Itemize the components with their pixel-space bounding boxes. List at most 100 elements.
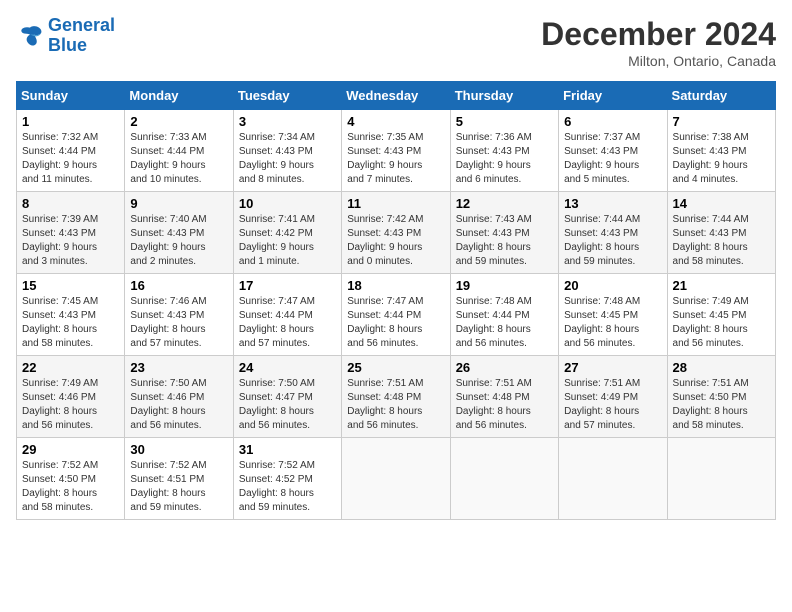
calendar-cell: 29 Sunrise: 7:52 AM Sunset: 4:50 PM Dayli…: [17, 438, 125, 520]
day-number: 14: [673, 196, 770, 211]
day-number: 22: [22, 360, 119, 375]
day-number: 17: [239, 278, 336, 293]
day-info: Sunrise: 7:51 AM Sunset: 4:48 PM Dayligh…: [347, 377, 444, 433]
calendar-cell: 15 Sunrise: 7:45 AM Sunset: 4:43 PM Dayli…: [17, 274, 125, 356]
day-info: Sunrise: 7:47 AM Sunset: 4:44 PM Dayligh…: [347, 295, 444, 351]
day-header-tuesday: Tuesday: [233, 82, 341, 110]
calendar-cell: 28Sunrise: 7:51 AM Sunset: 4:50 PM Dayli…: [667, 356, 775, 438]
day-number: 31: [239, 442, 336, 457]
calendar-cell: 2 Sunrise: 7:33 AM Sunset: 4:44 PM Daylig…: [125, 110, 233, 192]
day-number: 15: [22, 278, 119, 293]
calendar-cell: 22 Sunrise: 7:49 AM Sunset: 4:46 PM Dayli…: [17, 356, 125, 438]
day-info: Sunrise: 7:50 AM Sunset: 4:46 PM Dayligh…: [130, 377, 227, 433]
day-info: Sunrise: 7:52 AM Sunset: 4:51 PM Dayligh…: [130, 459, 227, 515]
day-number: 25: [347, 360, 444, 375]
calendar-cell: 7 Sunrise: 7:38 AM Sunset: 4:43 PM Daylig…: [667, 110, 775, 192]
page-header: General Blue December 2024 Milton, Ontar…: [16, 16, 776, 69]
day-number: 20: [564, 278, 661, 293]
calendar-cell: [450, 438, 558, 520]
day-info: Sunrise: 7:33 AM Sunset: 4:44 PM Dayligh…: [130, 131, 227, 187]
calendar-cell: 6 Sunrise: 7:37 AM Sunset: 4:43 PM Daylig…: [559, 110, 667, 192]
day-info: Sunrise: 7:42 AM Sunset: 4:43 PM Dayligh…: [347, 213, 444, 269]
day-number: 3: [239, 114, 336, 129]
day-info: Sunrise: 7:43 AM Sunset: 4:43 PM Dayligh…: [456, 213, 553, 269]
calendar-cell: 25 Sunrise: 7:51 AM Sunset: 4:48 PM Dayli…: [342, 356, 450, 438]
calendar-cell: 19 Sunrise: 7:48 AM Sunset: 4:44 PM Dayli…: [450, 274, 558, 356]
calendar-cell: 20 Sunrise: 7:48 AM Sunset: 4:45 PM Dayli…: [559, 274, 667, 356]
day-info: Sunrise: 7:49 AM Sunset: 4:45 PM Dayligh…: [673, 295, 770, 351]
day-number: 26: [456, 360, 553, 375]
calendar-cell: 17 Sunrise: 7:47 AM Sunset: 4:44 PM Dayli…: [233, 274, 341, 356]
day-info: Sunrise: 7:38 AM Sunset: 4:43 PM Dayligh…: [673, 131, 770, 187]
day-info: Sunrise: 7:48 AM Sunset: 4:45 PM Dayligh…: [564, 295, 661, 351]
day-number: 19: [456, 278, 553, 293]
day-number: 11: [347, 196, 444, 211]
calendar-table: SundayMondayTuesdayWednesdayThursdayFrid…: [16, 81, 776, 520]
location: Milton, Ontario, Canada: [541, 53, 776, 69]
day-number: 18: [347, 278, 444, 293]
day-number: 16: [130, 278, 227, 293]
calendar-cell: [559, 438, 667, 520]
calendar-cell: 10 Sunrise: 7:41 AM Sunset: 4:42 PM Dayli…: [233, 192, 341, 274]
day-info: Sunrise: 7:51 AM Sunset: 4:49 PM Dayligh…: [564, 377, 661, 433]
calendar-cell: 26 Sunrise: 7:51 AM Sunset: 4:48 PM Dayli…: [450, 356, 558, 438]
calendar-cell: 30 Sunrise: 7:52 AM Sunset: 4:51 PM Dayli…: [125, 438, 233, 520]
day-number: 4: [347, 114, 444, 129]
day-info: Sunrise: 7:47 AM Sunset: 4:44 PM Dayligh…: [239, 295, 336, 351]
day-number: 5: [456, 114, 553, 129]
day-info: Sunrise: 7:51 AM Sunset: 4:48 PM Dayligh…: [456, 377, 553, 433]
calendar-cell: 1 Sunrise: 7:32 AM Sunset: 4:44 PM Daylig…: [17, 110, 125, 192]
calendar-cell: 5 Sunrise: 7:36 AM Sunset: 4:43 PM Daylig…: [450, 110, 558, 192]
day-header-monday: Monday: [125, 82, 233, 110]
day-info: Sunrise: 7:44 AM Sunset: 4:43 PM Dayligh…: [564, 213, 661, 269]
day-header-wednesday: Wednesday: [342, 82, 450, 110]
day-number: 2: [130, 114, 227, 129]
day-info: Sunrise: 7:45 AM Sunset: 4:43 PM Dayligh…: [22, 295, 119, 351]
calendar-cell: 23Sunrise: 7:50 AM Sunset: 4:46 PM Dayli…: [125, 356, 233, 438]
calendar-cell: 27Sunrise: 7:51 AM Sunset: 4:49 PM Dayli…: [559, 356, 667, 438]
logo-icon: [16, 22, 44, 50]
logo-text: General Blue: [48, 16, 115, 56]
day-header-thursday: Thursday: [450, 82, 558, 110]
calendar-header-row: SundayMondayTuesdayWednesdayThursdayFrid…: [17, 82, 776, 110]
day-header-sunday: Sunday: [17, 82, 125, 110]
day-number: 30: [130, 442, 227, 457]
calendar-cell: 21 Sunrise: 7:49 AM Sunset: 4:45 PM Dayli…: [667, 274, 775, 356]
day-number: 1: [22, 114, 119, 129]
calendar-cell: 13 Sunrise: 7:44 AM Sunset: 4:43 PM Dayli…: [559, 192, 667, 274]
day-info: Sunrise: 7:41 AM Sunset: 4:42 PM Dayligh…: [239, 213, 336, 269]
day-number: 13: [564, 196, 661, 211]
day-info: Sunrise: 7:35 AM Sunset: 4:43 PM Dayligh…: [347, 131, 444, 187]
calendar-cell: [667, 438, 775, 520]
calendar-cell: 16 Sunrise: 7:46 AM Sunset: 4:43 PM Dayli…: [125, 274, 233, 356]
day-info: Sunrise: 7:32 AM Sunset: 4:44 PM Dayligh…: [22, 131, 119, 187]
calendar-cell: 12Sunrise: 7:43 AM Sunset: 4:43 PM Dayli…: [450, 192, 558, 274]
logo: General Blue: [16, 16, 115, 56]
day-number: 6: [564, 114, 661, 129]
day-info: Sunrise: 7:49 AM Sunset: 4:46 PM Dayligh…: [22, 377, 119, 433]
calendar-cell: 8Sunrise: 7:39 AM Sunset: 4:43 PM Daylig…: [17, 192, 125, 274]
day-info: Sunrise: 7:52 AM Sunset: 4:50 PM Dayligh…: [22, 459, 119, 515]
day-info: Sunrise: 7:48 AM Sunset: 4:44 PM Dayligh…: [456, 295, 553, 351]
day-info: Sunrise: 7:36 AM Sunset: 4:43 PM Dayligh…: [456, 131, 553, 187]
day-number: 21: [673, 278, 770, 293]
day-info: Sunrise: 7:46 AM Sunset: 4:43 PM Dayligh…: [130, 295, 227, 351]
day-number: 29: [22, 442, 119, 457]
day-info: Sunrise: 7:39 AM Sunset: 4:43 PM Dayligh…: [22, 213, 119, 269]
day-number: 24: [239, 360, 336, 375]
calendar-cell: 9Sunrise: 7:40 AM Sunset: 4:43 PM Daylig…: [125, 192, 233, 274]
day-info: Sunrise: 7:34 AM Sunset: 4:43 PM Dayligh…: [239, 131, 336, 187]
day-number: 10: [239, 196, 336, 211]
day-info: Sunrise: 7:50 AM Sunset: 4:47 PM Dayligh…: [239, 377, 336, 433]
day-number: 7: [673, 114, 770, 129]
calendar-cell: 4 Sunrise: 7:35 AM Sunset: 4:43 PM Daylig…: [342, 110, 450, 192]
day-header-saturday: Saturday: [667, 82, 775, 110]
day-info: Sunrise: 7:37 AM Sunset: 4:43 PM Dayligh…: [564, 131, 661, 187]
calendar-cell: 11 Sunrise: 7:42 AM Sunset: 4:43 PM Dayli…: [342, 192, 450, 274]
calendar-cell: 3 Sunrise: 7:34 AM Sunset: 4:43 PM Daylig…: [233, 110, 341, 192]
day-number: 28: [673, 360, 770, 375]
title-block: December 2024 Milton, Ontario, Canada: [541, 16, 776, 69]
day-header-friday: Friday: [559, 82, 667, 110]
day-info: Sunrise: 7:52 AM Sunset: 4:52 PM Dayligh…: [239, 459, 336, 515]
day-info: Sunrise: 7:40 AM Sunset: 4:43 PM Dayligh…: [130, 213, 227, 269]
